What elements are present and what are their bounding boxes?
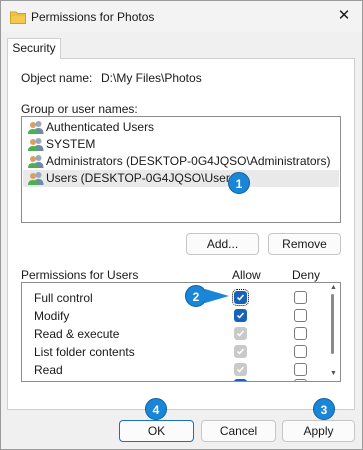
allow-write-checkbox[interactable]	[234, 379, 247, 381]
scrollbar-thumb[interactable]	[331, 294, 334, 354]
list-item-users[interactable]: Users (DESKTOP-0G4JQSO\Users)	[23, 170, 339, 187]
list-item-label: Administrators (DESKTOP-0G4JQSO\Administ…	[46, 154, 331, 168]
ok-button[interactable]: OK	[119, 420, 194, 442]
users-group-icon	[27, 120, 45, 135]
tab-security[interactable]: Security	[7, 38, 61, 59]
add-button[interactable]: Add...	[186, 233, 259, 255]
deny-write-checkbox[interactable]	[294, 379, 307, 381]
permissions-scrollbar[interactable]: ▲ ▼	[327, 284, 339, 380]
permission-row-modify: Modify	[22, 307, 322, 325]
list-item-label: SYSTEM	[46, 137, 96, 151]
deny-full-control-checkbox[interactable]	[294, 291, 307, 304]
users-group-icon	[27, 137, 45, 152]
apply-button[interactable]: Apply	[282, 420, 355, 442]
list-item-label: Authenticated Users	[46, 120, 155, 134]
allow-list-folder-contents-checkbox	[234, 345, 247, 358]
step-badge-3: 3	[313, 398, 335, 420]
list-item-administrators[interactable]: Administrators (DESKTOP-0G4JQSO\Administ…	[23, 153, 339, 170]
permission-row-read-execute: Read & execute	[22, 325, 322, 343]
list-item-authenticated-users[interactable]: Authenticated Users	[23, 119, 339, 136]
allow-full-control-checkbox[interactable]	[232, 289, 249, 306]
permission-name: List folder contents	[34, 345, 135, 359]
step-badge-2: 2	[185, 285, 207, 307]
window-title: Permissions for Photos	[31, 10, 155, 24]
permission-row-list-folder-contents: List folder contents	[22, 343, 322, 361]
scroll-up-arrow-icon[interactable]: ▲	[330, 284, 337, 291]
permission-name: Full control	[34, 291, 93, 305]
deny-modify-checkbox[interactable]	[294, 309, 307, 322]
permission-name: Read & execute	[34, 327, 120, 341]
permissions-for-label: Permissions for Users	[21, 268, 139, 282]
permission-row-write	[22, 379, 322, 381]
permission-name: Read	[34, 363, 63, 377]
deny-column-header: Deny	[292, 268, 321, 282]
deny-read-execute-checkbox[interactable]	[294, 327, 307, 340]
deny-read-checkbox[interactable]	[294, 363, 307, 376]
permission-row-full-control: Full control	[22, 289, 322, 307]
allow-modify-checkbox[interactable]	[234, 309, 247, 322]
users-group-icon	[27, 154, 45, 169]
permission-name: Modify	[34, 309, 70, 323]
permissions-list[interactable]: Full control Modify Read & execute List …	[21, 282, 341, 382]
step-badge-1: 1	[228, 172, 250, 194]
allow-read-execute-checkbox	[234, 327, 247, 340]
allow-column-header: Allow	[232, 268, 261, 282]
users-group-icon	[27, 171, 45, 186]
cancel-button[interactable]: Cancel	[201, 420, 276, 442]
list-item-label: Users (DESKTOP-0G4JQSO\Users)	[46, 171, 240, 185]
folder-icon	[10, 10, 26, 24]
remove-button[interactable]: Remove	[268, 233, 341, 255]
close-icon[interactable]: ✕	[332, 5, 356, 27]
permission-row-read: Read	[22, 361, 322, 379]
list-item-system[interactable]: SYSTEM	[23, 136, 339, 153]
group-names-label: Group or user names:	[21, 102, 138, 116]
title-bar: Permissions for Photos ✕	[0, 0, 363, 32]
deny-list-folder-contents-checkbox[interactable]	[294, 345, 307, 358]
object-name-label: Object name:	[21, 71, 93, 85]
object-name-value: D:\My Files\Photos	[101, 71, 202, 85]
step-badge-4: 4	[145, 398, 167, 420]
scroll-down-arrow-icon[interactable]: ▼	[330, 370, 337, 377]
group-names-list[interactable]: Authenticated Users SYSTEM Administrator…	[21, 116, 341, 223]
allow-read-checkbox	[234, 363, 247, 376]
callout-pointer-icon	[205, 289, 229, 303]
